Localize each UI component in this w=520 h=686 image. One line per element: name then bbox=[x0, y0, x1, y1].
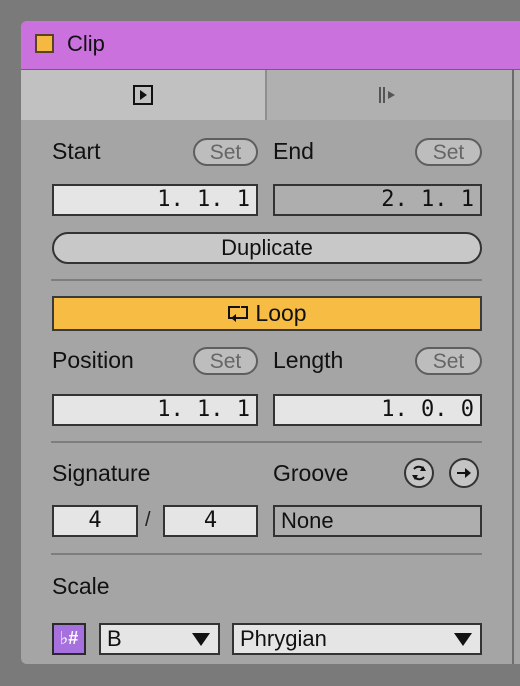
signature-denominator-field[interactable]: 4 bbox=[163, 505, 258, 537]
groove-hot-swap-icon[interactable] bbox=[404, 458, 434, 488]
duplicate-button[interactable]: Duplicate bbox=[52, 232, 482, 264]
length-set-button[interactable]: Set bbox=[415, 347, 482, 375]
panel-title: Clip bbox=[67, 31, 105, 56]
clip-color-swatch[interactable] bbox=[35, 34, 54, 53]
signature-numerator-field[interactable]: 4 bbox=[52, 505, 138, 537]
clip-panel: Clip Start Set End Set 1. 1. 1 2. 1. 1 D… bbox=[21, 21, 520, 664]
loop-label: Loop bbox=[255, 300, 307, 326]
chevron-down-icon bbox=[192, 633, 210, 646]
scale-mode-value: Phrygian bbox=[240, 626, 327, 651]
end-set-button[interactable]: Set bbox=[415, 138, 482, 166]
divider-3 bbox=[51, 553, 482, 555]
panel-divider bbox=[512, 120, 514, 664]
scale-root-dropdown[interactable]: B bbox=[99, 623, 220, 655]
start-field[interactable]: 1. 1. 1 bbox=[52, 184, 258, 216]
groove-label: Groove bbox=[273, 460, 349, 486]
divider-2 bbox=[51, 441, 482, 443]
tab-audio[interactable] bbox=[267, 70, 512, 120]
signature-separator: / bbox=[145, 509, 151, 531]
position-label: Position bbox=[52, 347, 134, 373]
audio-sample-icon bbox=[379, 87, 395, 103]
loop-button[interactable]: Loop bbox=[52, 296, 482, 331]
end-field[interactable]: 2. 1. 1 bbox=[273, 184, 482, 216]
groove-commit-icon[interactable] bbox=[449, 458, 479, 488]
start-set-button[interactable]: Set bbox=[193, 138, 258, 166]
chevron-down-icon bbox=[454, 633, 472, 646]
scale-label: Scale bbox=[52, 573, 110, 599]
clip-view-icon bbox=[133, 85, 153, 105]
scale-accidental-button[interactable]: ♭# bbox=[52, 623, 86, 655]
title-bar: Clip bbox=[21, 21, 520, 70]
scale-mode-dropdown[interactable]: Phrygian bbox=[232, 623, 482, 655]
start-label: Start bbox=[52, 138, 101, 164]
position-field[interactable]: 1. 1. 1 bbox=[52, 394, 258, 426]
view-tabs bbox=[21, 70, 520, 120]
tab-clip[interactable] bbox=[21, 70, 265, 120]
signature-label: Signature bbox=[52, 460, 151, 486]
loop-icon bbox=[228, 306, 249, 322]
length-field[interactable]: 1. 0. 0 bbox=[273, 394, 482, 426]
position-set-button[interactable]: Set bbox=[193, 347, 258, 375]
scale-root-value: B bbox=[107, 626, 122, 651]
tab-edge bbox=[512, 70, 520, 120]
groove-dropdown[interactable]: None bbox=[273, 505, 482, 537]
length-label: Length bbox=[273, 347, 344, 373]
divider-1 bbox=[51, 279, 482, 281]
end-label: End bbox=[273, 138, 314, 164]
